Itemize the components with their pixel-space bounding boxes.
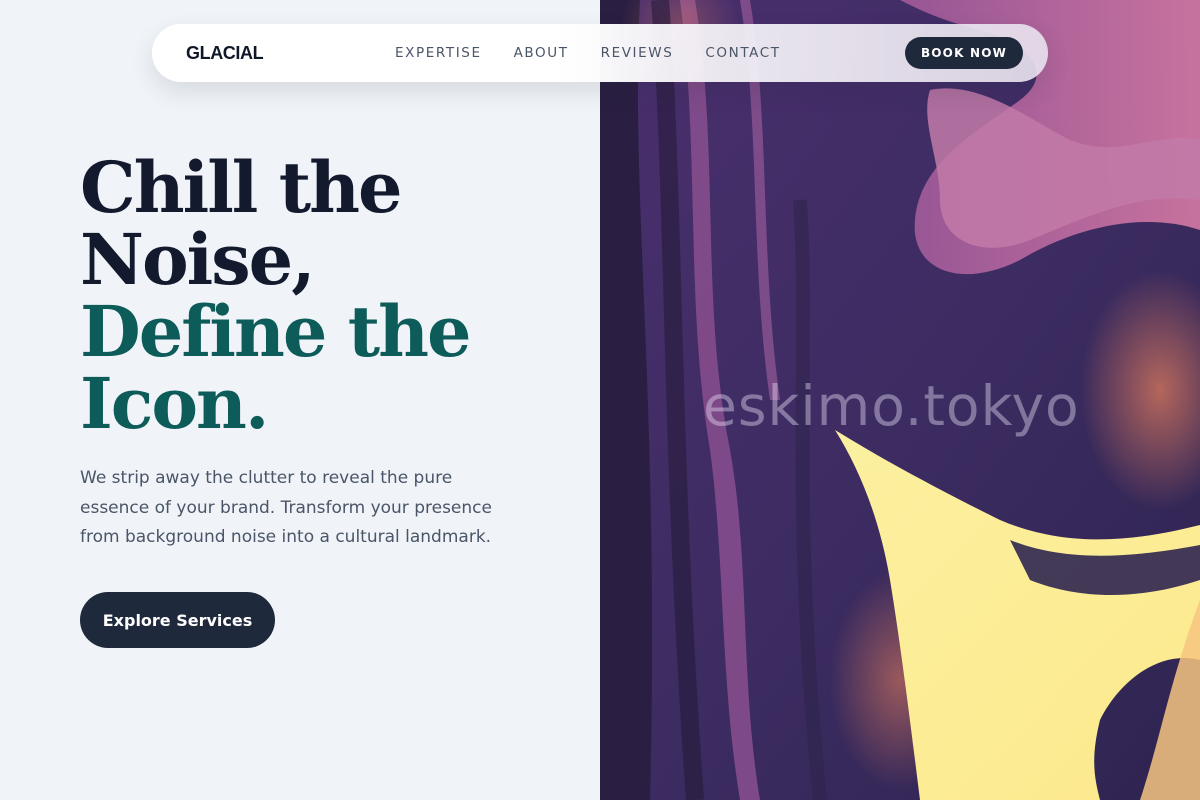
headline-line-4: Icon. [80, 362, 269, 445]
top-navbar: GLACIAL EXPERTISE ABOUT REVIEWS CONTACT … [152, 24, 1048, 82]
nav-link-about[interactable]: ABOUT [514, 45, 569, 61]
hero-description: We strip away the clutter to reveal the … [80, 468, 492, 547]
hero-headline: Chill the Noise, Define the Icon. [80, 152, 580, 440]
watermark-text: eskimo.tokyo [703, 374, 1080, 438]
book-now-button[interactable]: BOOK NOW [905, 37, 1023, 69]
hero-artwork-image: eskimo.tokyo [600, 0, 1200, 800]
nav-link-reviews[interactable]: REVIEWS [601, 45, 674, 61]
nav-links: EXPERTISE ABOUT REVIEWS CONTACT [395, 24, 781, 82]
headline-line-1: Chill the [80, 146, 403, 229]
brand-logo[interactable]: GLACIAL [186, 43, 264, 64]
headline-line-2: Noise, [80, 218, 316, 301]
nav-link-contact[interactable]: CONTACT [705, 45, 780, 61]
explore-services-button[interactable]: Explore Services [80, 592, 275, 648]
nav-link-expertise[interactable]: EXPERTISE [395, 45, 482, 61]
headline-line-3: Define the [80, 290, 472, 373]
